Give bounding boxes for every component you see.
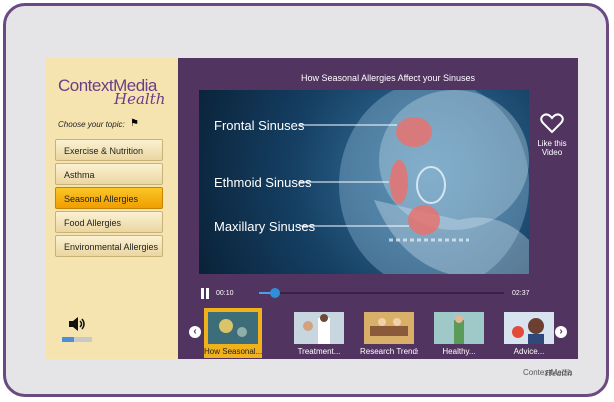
seek-bar[interactable]: [259, 288, 504, 298]
volume-level-fill: [62, 337, 74, 342]
video-title: How Seasonal Allergies Affect your Sinus…: [301, 73, 475, 83]
choose-topic-label: Choose your topic:: [58, 120, 125, 129]
pause-icon[interactable]: [200, 288, 210, 299]
thumbnail-caption: Treatment...: [297, 347, 341, 356]
thumbnail-image: [504, 312, 554, 344]
app-screen: ContextMedia Health Choose your topic: ⚑…: [46, 58, 578, 359]
topic-seasonal-allergies[interactable]: Seasonal Allergies: [55, 187, 163, 209]
thumbnail-caption: Healthy...: [442, 347, 476, 356]
current-time: 00:10: [216, 290, 234, 297]
speaker-icon[interactable]: [68, 315, 86, 333]
thumbnail-caption: How Seasonal...: [204, 347, 262, 356]
thumbs-prev-button[interactable]: ‹: [189, 326, 201, 338]
topic-asthma[interactable]: Asthma: [55, 163, 163, 185]
label-frontal-sinuses: Frontal Sinuses: [214, 118, 305, 133]
topic-food-allergies[interactable]: Food Allergies: [55, 211, 163, 233]
thumbnail-image: [208, 312, 258, 344]
total-time: 02:37: [512, 290, 530, 297]
brand-text-health: Health: [545, 369, 573, 378]
label-ethmoid-sinuses: Ethmoid Sinuses: [214, 175, 312, 190]
volume-slider[interactable]: [62, 337, 92, 342]
label-maxillary-sinuses: Maxillary Sinuses: [214, 219, 316, 234]
thumbnail-image: [364, 312, 414, 344]
thumbnail-treatment[interactable]: Treatment...: [290, 308, 348, 358]
heart-icon: [540, 113, 564, 134]
thumbnail-image: [294, 312, 344, 344]
contextmedia-logo: ContextMedia Health: [58, 76, 173, 110]
thumbnail-healthy[interactable]: Healthy...: [430, 308, 488, 358]
brand-watermark: ContextMedia Health: [523, 362, 572, 380]
thumbnail-caption: Advice...: [513, 347, 545, 356]
pointer-cursor-icon: ⚑: [130, 118, 139, 129]
seek-handle[interactable]: [269, 288, 280, 298]
thumbnail-advice[interactable]: Advice...: [500, 308, 558, 358]
thumbnail-caption: Research Trends: [360, 347, 418, 356]
thumbnail-how-seasonal[interactable]: How Seasonal...: [204, 308, 262, 358]
logo-text-health: Health: [114, 90, 166, 108]
tablet-frame: ContextMedia Health Choose your topic: ⚑…: [3, 3, 609, 397]
like-video-label: Like this Video: [537, 139, 567, 157]
thumbnail-research-trends[interactable]: Research Trends: [360, 308, 418, 358]
like-video-button[interactable]: Like this Video: [532, 112, 572, 157]
topic-sidebar: ContextMedia Health Choose your topic: ⚑…: [46, 58, 178, 359]
thumbnail-image: [434, 312, 484, 344]
topic-exercise-nutrition[interactable]: Exercise & Nutrition: [55, 139, 163, 161]
topic-environmental-allergies[interactable]: Environmental Allergies: [55, 235, 163, 257]
thumbs-next-button[interactable]: ›: [555, 326, 567, 338]
video-frame[interactable]: Frontal Sinuses Ethmoid Sinuses Maxillar…: [199, 90, 529, 274]
